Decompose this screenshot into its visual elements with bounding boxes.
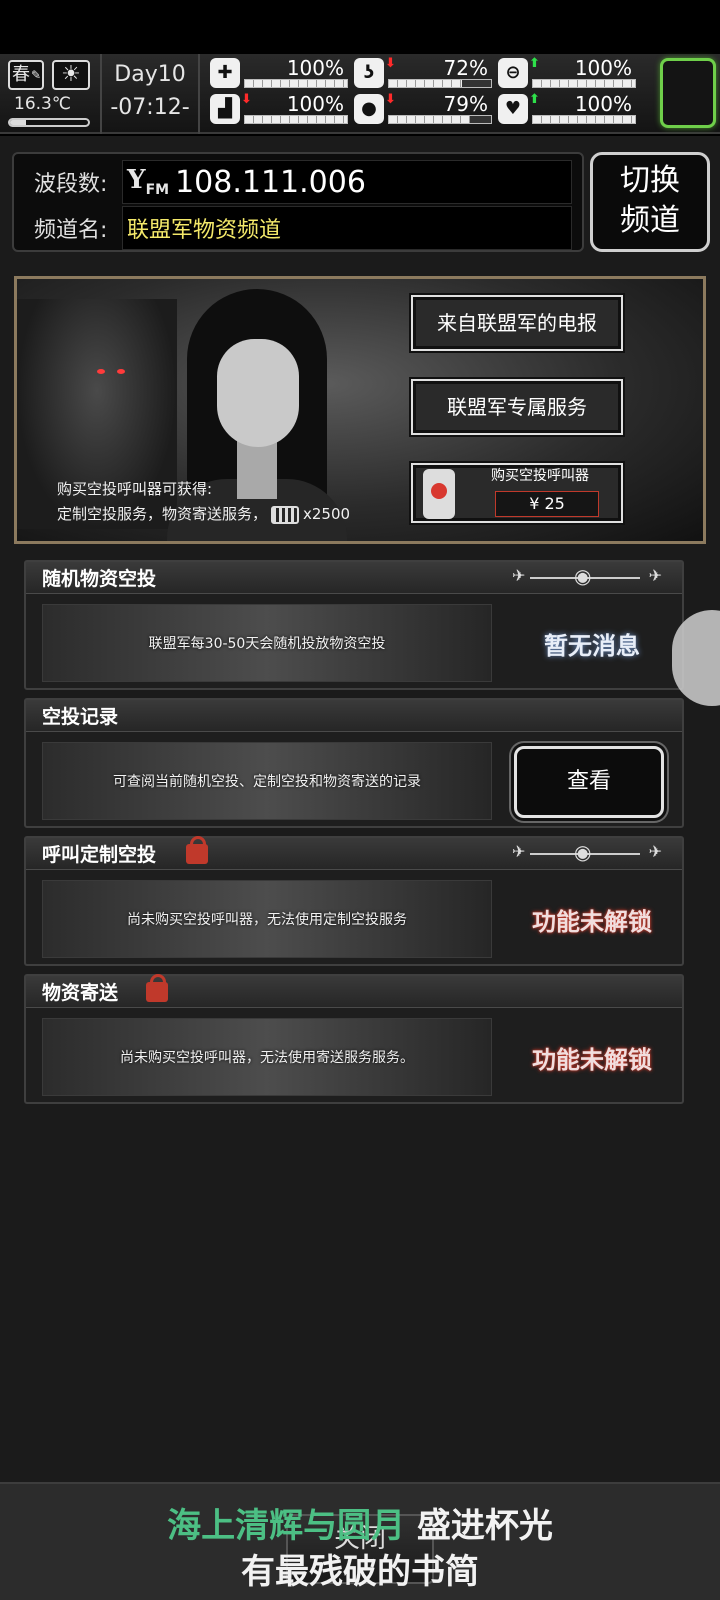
stat-bar: [244, 115, 348, 124]
arrow-up-icon: ⬆: [529, 56, 540, 71]
price-label: ¥ 25: [495, 491, 599, 517]
radio-panel: 波段数: YFM 108.111.006 频道名: 联盟军物资频道 切换 频道: [0, 136, 720, 1482]
section-description: 尚未购买空投呼叫器，无法使用定制空投服务: [42, 880, 492, 958]
stat-stamina[interactable]: ▟ ⬇ 100%: [210, 92, 348, 126]
channel-name: 联盟军物资频道: [127, 218, 282, 243]
arrow-up-icon: ⬆: [529, 92, 540, 107]
stat-heart[interactable]: ♥ ⬆ 100%: [498, 92, 636, 126]
switch-channel-button[interactable]: 切换 频道: [590, 152, 710, 252]
alliance-banner: 购买空投呼叫器可获得: 定制空投服务，物资寄送服务， x2500 来自联盟军的电报…: [14, 276, 706, 544]
temperature-bar: [8, 118, 90, 127]
channel-label: 频道名:: [34, 218, 108, 243]
stat-health[interactable]: ✚ 100%: [210, 56, 348, 90]
clock: -07:12-: [110, 95, 190, 120]
section-header: 空投记录: [26, 700, 682, 732]
section-airdrop-records: 空投记录 可查阅当前随机空投、定制空投和物资寄送的记录 查看: [24, 698, 684, 828]
lyric-line-2: 有最残破的书简: [241, 1552, 479, 1592]
boot-icon: ▟: [210, 94, 240, 124]
water-drop-icon: ●: [354, 94, 384, 124]
medkit-icon: ✚: [210, 58, 240, 88]
stat-value: 100%: [286, 56, 344, 80]
band-row: 波段数: YFM 108.111.006: [34, 160, 572, 204]
lock-icon: [146, 974, 168, 1002]
lyric-line-1: 海上清辉与圆月 盛进杯光: [0, 1498, 720, 1547]
switch-line1: 切换: [620, 163, 680, 198]
section-header: 物资寄送: [26, 974, 682, 1008]
banner-info: 购买空投呼叫器可获得: 定制空投服务，物资寄送服务， x2500: [57, 477, 350, 527]
stat-value: 100%: [286, 92, 344, 116]
no-message-status: 暂无消息: [544, 631, 640, 660]
section-random-airdrop: 随机物资空投 ✈ ◉ ✈ 联盟军每30-50天会随机投放物资空投 暂无消息: [24, 560, 684, 690]
plane-radar-icon: ✈ ◉ ✈: [512, 840, 662, 864]
lyric-rest: 盛进杯光: [405, 1506, 553, 1546]
section-title: 随机物资空投: [42, 568, 157, 590]
buy-caller-button[interactable]: 购买空投呼叫器 ¥ 25: [411, 463, 623, 523]
section-title: 空投记录: [42, 706, 119, 728]
stat-mood[interactable]: ⊖ ⬆ 100%: [498, 56, 636, 90]
day-counter: Day10: [114, 62, 186, 87]
equipment-slot[interactable]: [660, 58, 716, 128]
arrow-down-icon: ⬇: [385, 92, 396, 107]
banner-qty: x2500: [303, 505, 351, 523]
channel-row: 频道名: 联盟军物资频道: [34, 206, 572, 250]
telegram-button[interactable]: 来自联盟军的电报: [411, 295, 623, 351]
season-badge[interactable]: 春 ✎: [8, 60, 44, 90]
section-custom-airdrop: 呼叫定制空投 ✈ ◉ ✈ 尚未购买空投呼叫器，无法使用定制空投服务 功能未解锁: [24, 836, 684, 966]
stomach-icon: ʖ: [354, 58, 384, 88]
exclusive-service-button[interactable]: 联盟军专属服务: [411, 379, 623, 435]
stat-bar: [244, 79, 348, 88]
stat-bar: [532, 79, 636, 88]
arrow-down-icon: ⬇: [385, 56, 396, 71]
temperature-label: 16.3℃: [14, 94, 71, 114]
frequency-number: 108.111.006: [175, 164, 366, 200]
bottom-bar: 关闭 海上清辉与圆月 盛进杯光 有最残破的书简: [0, 1482, 720, 1600]
day-time-block: Day10 -07:12-: [100, 54, 200, 134]
section-description: 可查阅当前随机空投、定制空投和物资寄送的记录: [42, 742, 492, 820]
view-records-button[interactable]: 查看: [514, 746, 664, 818]
stat-value: 72%: [443, 56, 488, 80]
antenna-fm-icon: YFM: [127, 165, 170, 199]
band-label: 波段数:: [34, 172, 108, 197]
status-bar: 春 ✎ ☀ 16.3℃ Day10 -07:12- ✚ 100% ʖ ⬇ 72%…: [0, 54, 720, 134]
frequency-box: 波段数: YFM 108.111.006 频道名: 联盟军物资频道: [12, 152, 584, 252]
sun-icon[interactable]: ☀: [52, 60, 90, 90]
card-icon: [271, 505, 300, 524]
buy-caller-label: 购买空投呼叫器: [491, 468, 589, 484]
section-title: 物资寄送: [42, 982, 119, 1004]
feather-icon: ✎: [30, 68, 41, 82]
pill-icon: ⊖: [498, 58, 528, 88]
locked-status: 功能未解锁: [532, 1045, 652, 1074]
section-description: 联盟军每30-50天会随机投放物资空投: [42, 604, 492, 682]
stat-thirst[interactable]: ● ⬇ 79%: [354, 92, 492, 126]
banner-info-line1: 购买空投呼叫器可获得:: [57, 480, 213, 498]
banner-info-line2: 定制空投服务，物资寄送服务， x2500: [57, 505, 351, 524]
lyric-highlight: 海上清辉与圆月: [167, 1506, 406, 1546]
channel-value: 联盟军物资频道: [122, 206, 572, 250]
heart-icon: ♥: [498, 94, 528, 124]
arrow-down-icon: ⬇: [241, 92, 252, 107]
season-label: 春: [12, 64, 30, 85]
band-value: YFM 108.111.006: [122, 160, 572, 204]
plane-radar-icon: ✈ ◉ ✈: [512, 564, 662, 588]
walkie-talkie-icon: [423, 469, 455, 519]
lock-icon: [186, 836, 208, 864]
switch-line2: 频道: [620, 203, 680, 238]
stat-value: 79%: [443, 92, 488, 116]
locked-status: 功能未解锁: [532, 907, 652, 936]
stat-bar: [532, 115, 636, 124]
section-header: 随机物资空投 ✈ ◉ ✈: [26, 562, 682, 594]
section-supply-delivery: 物资寄送 尚未购买空投呼叫器，无法使用寄送服务服务。 功能未解锁: [24, 974, 684, 1104]
section-title: 呼叫定制空投: [42, 844, 157, 866]
stat-bar: [388, 115, 492, 124]
section-description: 尚未购买空投呼叫器，无法使用寄送服务服务。: [42, 1018, 492, 1096]
stat-hunger[interactable]: ʖ ⬇ 72%: [354, 56, 492, 90]
stat-value: 100%: [574, 56, 632, 80]
section-header: 呼叫定制空投 ✈ ◉ ✈: [26, 836, 682, 870]
stat-value: 100%: [574, 92, 632, 116]
temperature-bar-fill: [10, 120, 26, 125]
stat-bar: [388, 79, 492, 88]
